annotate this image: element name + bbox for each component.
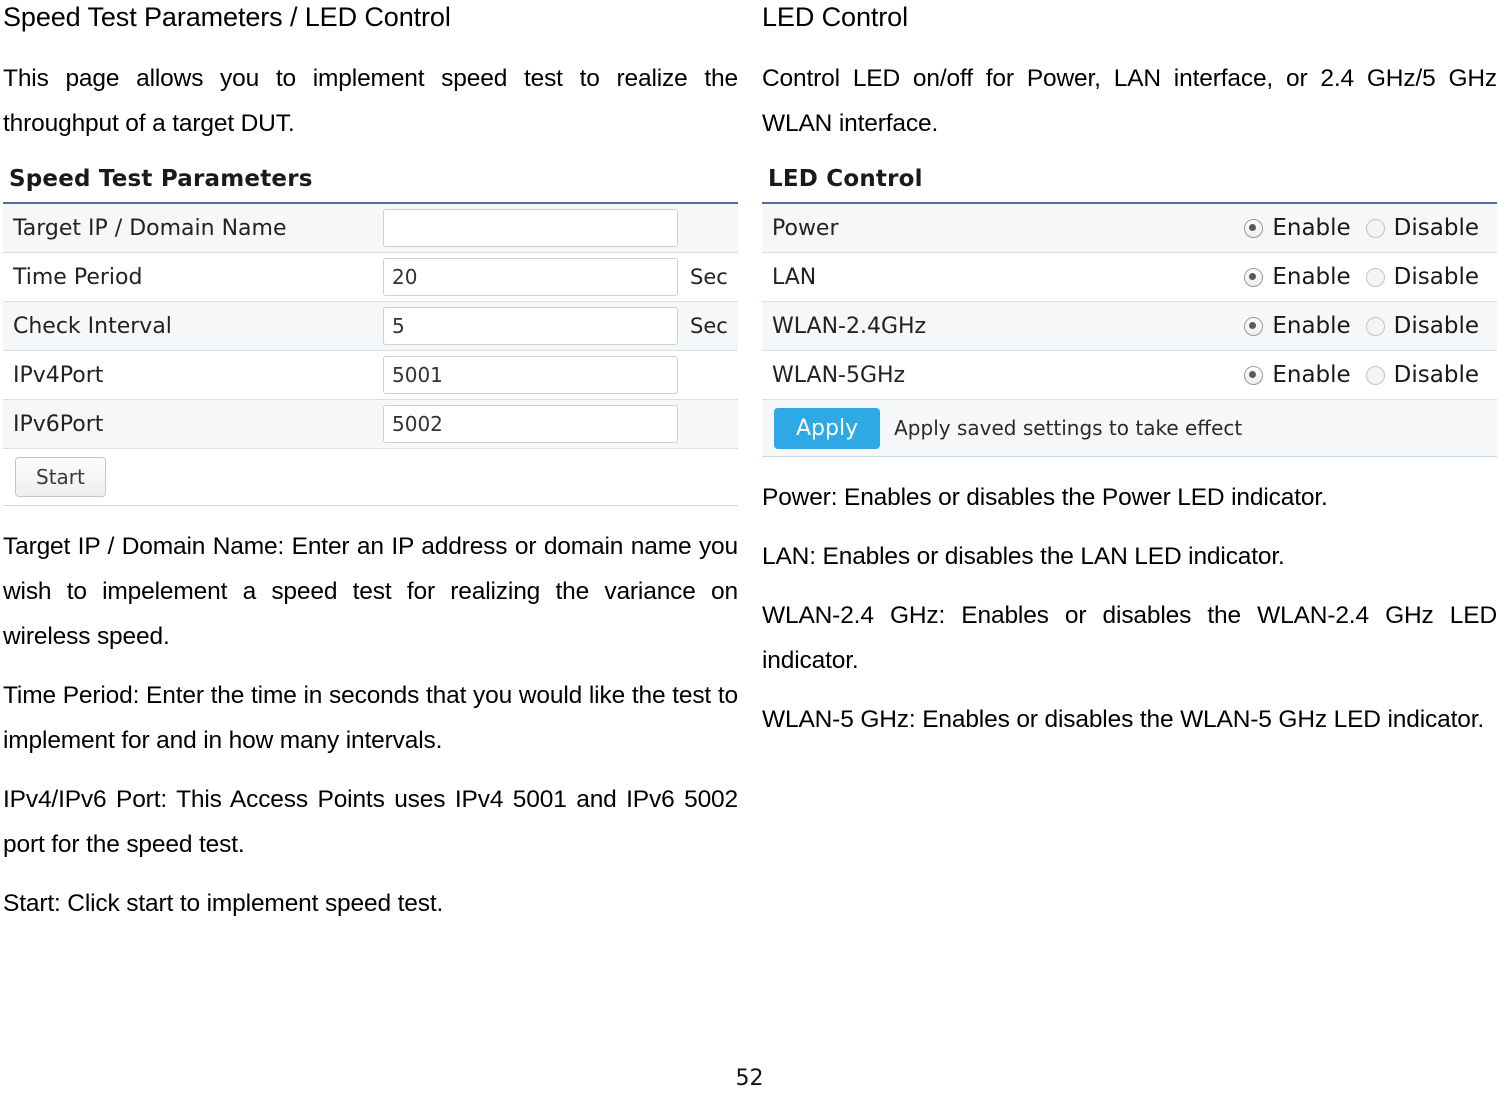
start-button[interactable]: Start — [15, 457, 106, 497]
page-number: 52 — [735, 1066, 764, 1091]
page-title: Speed Test Parameters / LED Control — [3, 2, 451, 32]
led-panel-title: LED Control — [768, 166, 923, 192]
table-row: WLAN-5GHz Enable Disable — [762, 351, 1497, 400]
table-row: Check Interval Sec — [3, 302, 738, 351]
ipv6-port-input[interactable] — [383, 405, 678, 443]
wlan-5ghz-enable-label: Enable — [1272, 362, 1351, 388]
apply-button[interactable]: Apply — [774, 407, 881, 449]
power-led-radio-group: Enable Disable — [1244, 215, 1495, 241]
check-interval-field-cell — [383, 307, 678, 345]
lan-led-radio-group: Enable Disable — [1244, 264, 1495, 290]
speed-test-panel-title: Speed Test Parameters — [9, 166, 313, 192]
led-control-table: Power Enable Disable LAN Enable Disable … — [762, 202, 1497, 457]
right-intro-paragraph: Control LED on/off for Power, LAN interf… — [762, 65, 1497, 137]
ipv6-port-field-cell — [383, 405, 678, 443]
power-disable-radio[interactable] — [1365, 218, 1385, 238]
lan-enable-label: Enable — [1272, 264, 1351, 290]
section-title: LED Control — [762, 2, 908, 32]
time-period-unit: Sec — [690, 265, 728, 289]
time-period-input[interactable] — [383, 258, 678, 296]
wlan-24ghz-disable-label: Disable — [1393, 313, 1479, 339]
ipv4-port-label: IPv4Port — [13, 362, 104, 388]
led-action-row: Apply Apply saved settings to take effec… — [762, 400, 1497, 456]
target-ip-field-cell — [383, 209, 678, 247]
check-interval-unit: Sec — [690, 314, 728, 338]
power-disable-label: Disable — [1393, 215, 1479, 241]
lan-description: LAN: Enables or disables the LAN LED ind… — [762, 543, 1285, 570]
wlan-24ghz-enable-label: Enable — [1272, 313, 1351, 339]
table-row: LAN Enable Disable — [762, 253, 1497, 302]
ipv4-port-field-cell — [383, 356, 678, 394]
wlan-5ghz-disable-radio[interactable] — [1365, 365, 1385, 385]
speed-test-parameters-panel: Speed Test Parameters Target IP / Domain… — [3, 162, 738, 506]
wlan-24ghz-led-label: WLAN-2.4GHz — [772, 313, 927, 339]
target-ip-label: Target IP / Domain Name — [13, 215, 287, 241]
table-row: Time Period Sec — [3, 253, 738, 302]
table-row: WLAN-2.4GHz Enable Disable — [762, 302, 1497, 351]
ipv6-port-label: IPv6Port — [13, 411, 104, 437]
wlan-5ghz-led-label: WLAN-5GHz — [772, 362, 906, 388]
target-ip-input[interactable] — [383, 209, 678, 247]
wlan-24ghz-description: WLAN-2.4 GHz: Enables or disables the WL… — [762, 602, 1497, 674]
power-enable-label: Enable — [1272, 215, 1351, 241]
target-ip-description: Target IP / Domain Name: Enter an IP add… — [3, 533, 738, 650]
wlan-5ghz-enable-radio[interactable] — [1244, 365, 1264, 385]
lan-disable-label: Disable — [1393, 264, 1479, 290]
speed-test-table: Target IP / Domain Name Time Period Sec … — [3, 202, 738, 506]
wlan-24ghz-enable-radio[interactable] — [1244, 316, 1264, 336]
right-column: LED Control Control LED on/off for Power… — [762, 0, 1497, 742]
lan-led-label: LAN — [772, 264, 817, 290]
wlan-5ghz-description: WLAN-5 GHz: Enables or disables the WLAN… — [762, 706, 1485, 733]
power-description: Power: Enables or disables the Power LED… — [762, 484, 1328, 511]
left-column: Speed Test Parameters / LED Control This… — [3, 0, 738, 926]
port-description: IPv4/IPv6 Port: This Access Points uses … — [3, 786, 738, 858]
power-led-label: Power — [772, 215, 839, 241]
table-row: Target IP / Domain Name — [3, 204, 738, 253]
table-row: IPv4Port — [3, 351, 738, 400]
document-page: Speed Test Parameters / LED Control This… — [0, 0, 1499, 1096]
ipv4-port-input[interactable] — [383, 356, 678, 394]
wlan-5ghz-disable-label: Disable — [1393, 362, 1479, 388]
table-row: Power Enable Disable — [762, 204, 1497, 253]
lan-disable-radio[interactable] — [1365, 267, 1385, 287]
wlan-5ghz-led-radio-group: Enable Disable — [1244, 362, 1495, 388]
wlan-24ghz-led-radio-group: Enable Disable — [1244, 313, 1495, 339]
time-period-field-cell — [383, 258, 678, 296]
check-interval-input[interactable] — [383, 307, 678, 345]
apply-note: Apply saved settings to take effect — [894, 416, 1243, 440]
wlan-24ghz-disable-radio[interactable] — [1365, 316, 1385, 336]
time-period-label: Time Period — [13, 264, 143, 290]
time-period-description: Time Period: Enter the time in seconds t… — [3, 682, 738, 754]
start-description: Start: Click start to implement speed te… — [3, 890, 444, 917]
lan-enable-radio[interactable] — [1244, 267, 1264, 287]
led-control-panel: LED Control Power Enable Disable LAN Ena… — [762, 162, 1497, 457]
speed-test-action-row: Start — [3, 449, 738, 505]
power-enable-radio[interactable] — [1244, 218, 1264, 238]
check-interval-label: Check Interval — [13, 313, 172, 339]
table-row: IPv6Port — [3, 400, 738, 449]
left-intro-paragraph: This page allows you to implement speed … — [3, 65, 738, 137]
